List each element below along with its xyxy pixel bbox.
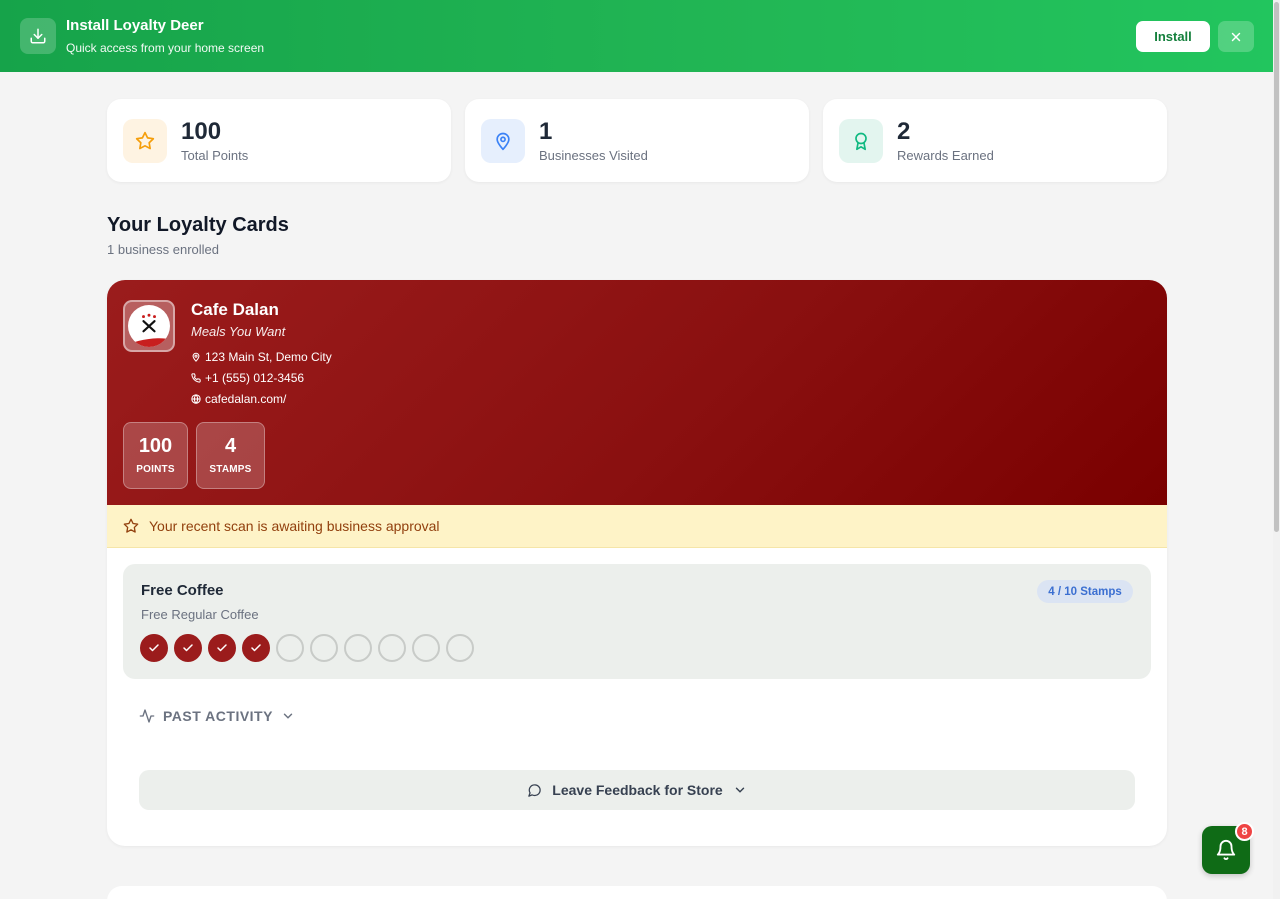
stamp-filled <box>242 634 270 662</box>
stamps-value: 4 <box>224 435 237 457</box>
check-icon <box>217 644 227 652</box>
notification-count-badge: 8 <box>1235 822 1254 841</box>
store-phone[interactable]: +1 (555) 012-3456 <box>191 371 304 385</box>
stamps-box: 4 STAMPS <box>196 422 265 489</box>
stamp-filled <box>174 634 202 662</box>
banner-title: Install Loyalty Deer <box>66 17 204 34</box>
stat-label: Rewards Earned <box>897 147 994 163</box>
chevron-down-icon <box>735 787 744 793</box>
stat-card-rewards-earned: 2 Rewards Earned <box>823 99 1167 182</box>
install-button[interactable]: Install <box>1136 21 1210 52</box>
stamp-empty <box>276 634 304 662</box>
stat-label: Total Points <box>181 147 249 163</box>
reward-progress: Free Coffee Free Regular Coffee 4 / 10 S… <box>123 564 1151 679</box>
scrollbar-thumb[interactable] <box>1274 2 1279 532</box>
stat-card-businesses-visited: 1 Businesses Visited <box>465 99 809 182</box>
message-circle-icon <box>528 783 542 797</box>
stat-label: Businesses Visited <box>539 147 648 163</box>
check-icon <box>183 644 193 652</box>
store-tagline: Meals You Want <box>191 324 286 339</box>
stamp-row <box>140 634 474 662</box>
stat-card-total-points: 100 Total Points <box>107 99 451 182</box>
award-icon <box>839 118 883 163</box>
feedback-label: Leave Feedback for Store <box>552 782 723 798</box>
banner-subtitle: Quick access from your home screen <box>66 41 265 55</box>
points-box: 100 POINTS <box>123 422 188 489</box>
star-icon <box>123 118 167 163</box>
section-subtitle: 1 business enrolled <box>107 242 220 257</box>
stat-value: 100 <box>181 117 222 145</box>
stamps-label: STAMPS <box>209 464 252 475</box>
map-pin-icon <box>481 118 525 163</box>
activity-icon <box>139 709 155 723</box>
bell-icon <box>1216 840 1236 861</box>
stamp-empty <box>344 634 372 662</box>
close-banner-button[interactable] <box>1218 21 1254 52</box>
download-icon <box>20 18 56 54</box>
alert-text: Your recent scan is awaiting business ap… <box>149 518 440 534</box>
loyalty-card: Cafe Dalan Meals You Want 123 Main St, D… <box>107 280 1167 846</box>
card-header: Cafe Dalan Meals You Want 123 Main St, D… <box>107 280 1167 505</box>
points-value: 100 <box>138 435 173 457</box>
chevron-down-icon <box>283 713 293 719</box>
stamp-empty <box>446 634 474 662</box>
store-address: 123 Main St, Demo City <box>191 350 332 364</box>
map-pin-icon <box>192 352 200 362</box>
stamp-empty <box>378 634 406 662</box>
next-loyalty-card <box>107 886 1167 899</box>
section-title: Your Loyalty Cards <box>107 214 289 236</box>
reward-description: Free Regular Coffee <box>141 607 259 622</box>
past-activity-label: PAST ACTIVITY <box>163 708 273 724</box>
stamp-filled <box>208 634 236 662</box>
past-activity-toggle[interactable]: PAST ACTIVITY <box>139 708 295 724</box>
address-text: 123 Main St, Demo City <box>205 350 332 364</box>
reward-title: Free Coffee <box>141 582 224 599</box>
globe-icon <box>191 394 201 404</box>
stat-value: 2 <box>897 117 911 145</box>
check-icon <box>149 644 159 652</box>
close-icon <box>1231 32 1241 41</box>
store-name: Cafe Dalan <box>191 300 279 319</box>
phone-icon <box>191 373 201 383</box>
store-logo <box>123 300 175 352</box>
website-link[interactable]: cafedalan.com/ <box>205 392 286 406</box>
stamp-count-badge: 4 / 10 Stamps <box>1037 580 1133 603</box>
store-website[interactable]: cafedalan.com/ <box>191 392 286 406</box>
phone-text: +1 (555) 012-3456 <box>205 371 305 385</box>
stat-value: 1 <box>539 117 553 145</box>
stamp-empty <box>412 634 440 662</box>
points-label: POINTS <box>136 464 175 475</box>
install-banner: Install Loyalty Deer Quick access from y… <box>0 0 1273 72</box>
stamp-empty <box>310 634 338 662</box>
stamp-filled <box>140 634 168 662</box>
approval-alert: Your recent scan is awaiting business ap… <box>107 505 1167 548</box>
leave-feedback-button[interactable]: Leave Feedback for Store <box>139 770 1135 810</box>
scrollbar[interactable] <box>1273 0 1280 899</box>
check-icon <box>251 644 261 652</box>
star-icon <box>123 518 139 533</box>
